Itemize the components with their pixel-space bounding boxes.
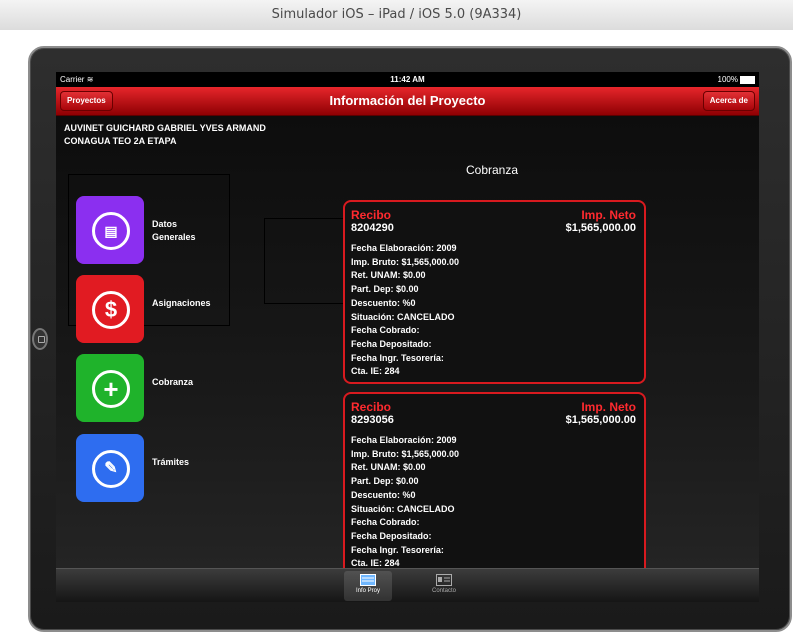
background-frame xyxy=(264,218,346,304)
project-name: CONAGUA TEO 2A ETAPA xyxy=(64,136,177,146)
simulator-title: Simulador iOS – iPad / iOS 5.0 (9A334) xyxy=(271,7,522,22)
battery-indicator: 100% xyxy=(718,72,755,87)
receipt-details: Fecha Elaboración: 2009 Imp. Bruto: $1,5… xyxy=(351,435,460,569)
acerca-de-button[interactable]: Acerca de xyxy=(702,91,755,111)
simulator-title-bar: Simulador iOS – iPad / iOS 5.0 (9A334) xyxy=(0,0,793,31)
tab-contacto[interactable]: Contacto xyxy=(420,571,468,601)
tab-label: Contacto xyxy=(431,588,456,594)
navigation-bar: Información del Proyecto Proyectos Acerc… xyxy=(56,87,759,116)
plus-icon: + xyxy=(76,354,144,422)
menu-label: Cobranza xyxy=(152,377,194,387)
nav-title: Información del Proyecto xyxy=(329,93,486,108)
tab-info-proy[interactable]: Info Proy xyxy=(344,571,392,601)
battery-icon xyxy=(740,75,755,84)
recibo-number: 8204290 xyxy=(351,222,394,234)
menu-tramites[interactable]: ✎ Trámites xyxy=(76,434,236,502)
ipad-screen: Carrier ≋ 11:42 AM 100% Información del … xyxy=(56,72,759,602)
imp-neto-value: $1,565,000.00 xyxy=(565,222,636,234)
recibo-number: 8293056 xyxy=(351,414,394,426)
tab-label: Info Proy xyxy=(355,588,380,594)
menu-label: Asignaciones xyxy=(152,298,211,308)
recibo-label: Recibo xyxy=(351,400,392,414)
status-bar: Carrier ≋ 11:42 AM 100% xyxy=(56,72,759,87)
dollar-icon: $ xyxy=(76,275,144,343)
info-proy-icon xyxy=(360,574,376,586)
status-time: 11:42 AM xyxy=(390,75,425,84)
imp-neto-label: Imp. Neto xyxy=(581,400,636,414)
menu-label: Trámites xyxy=(152,457,190,467)
receipt-details: Fecha Elaboración: 2009 Imp. Bruto: $1,5… xyxy=(351,243,460,377)
menu-cobranza[interactable]: + Cobranza xyxy=(76,354,236,422)
proyectos-button[interactable]: Proyectos xyxy=(60,91,113,111)
clipboard-icon: ▤ xyxy=(76,196,144,264)
contact-card-icon xyxy=(436,574,452,586)
receipt-card[interactable]: Recibo Imp. Neto 8204290 $1,565,000.00 F… xyxy=(343,200,646,384)
tab-bar: Info Proy Contacto xyxy=(56,568,759,602)
menu-asignaciones[interactable]: $ Asignaciones xyxy=(76,275,236,343)
home-button[interactable] xyxy=(32,328,48,350)
receipt-card[interactable]: Recibo Imp. Neto 8293056 $1,565,000.00 F… xyxy=(343,392,646,586)
imp-neto-label: Imp. Neto xyxy=(581,208,636,222)
pencil-icon: ✎ xyxy=(76,434,144,502)
project-header: AUVINET GUICHARD GABRIEL YVES ARMAND CON… xyxy=(64,122,266,148)
menu-label: Datos Generales xyxy=(152,219,196,242)
menu-datos-generales[interactable]: ▤ Datos Generales xyxy=(76,196,236,264)
imp-neto-value: $1,565,000.00 xyxy=(565,414,636,426)
recibo-label: Recibo xyxy=(351,208,392,222)
project-owner: AUVINET GUICHARD GABRIEL YVES ARMAND xyxy=(64,123,266,133)
section-title: Cobranza xyxy=(466,163,519,177)
